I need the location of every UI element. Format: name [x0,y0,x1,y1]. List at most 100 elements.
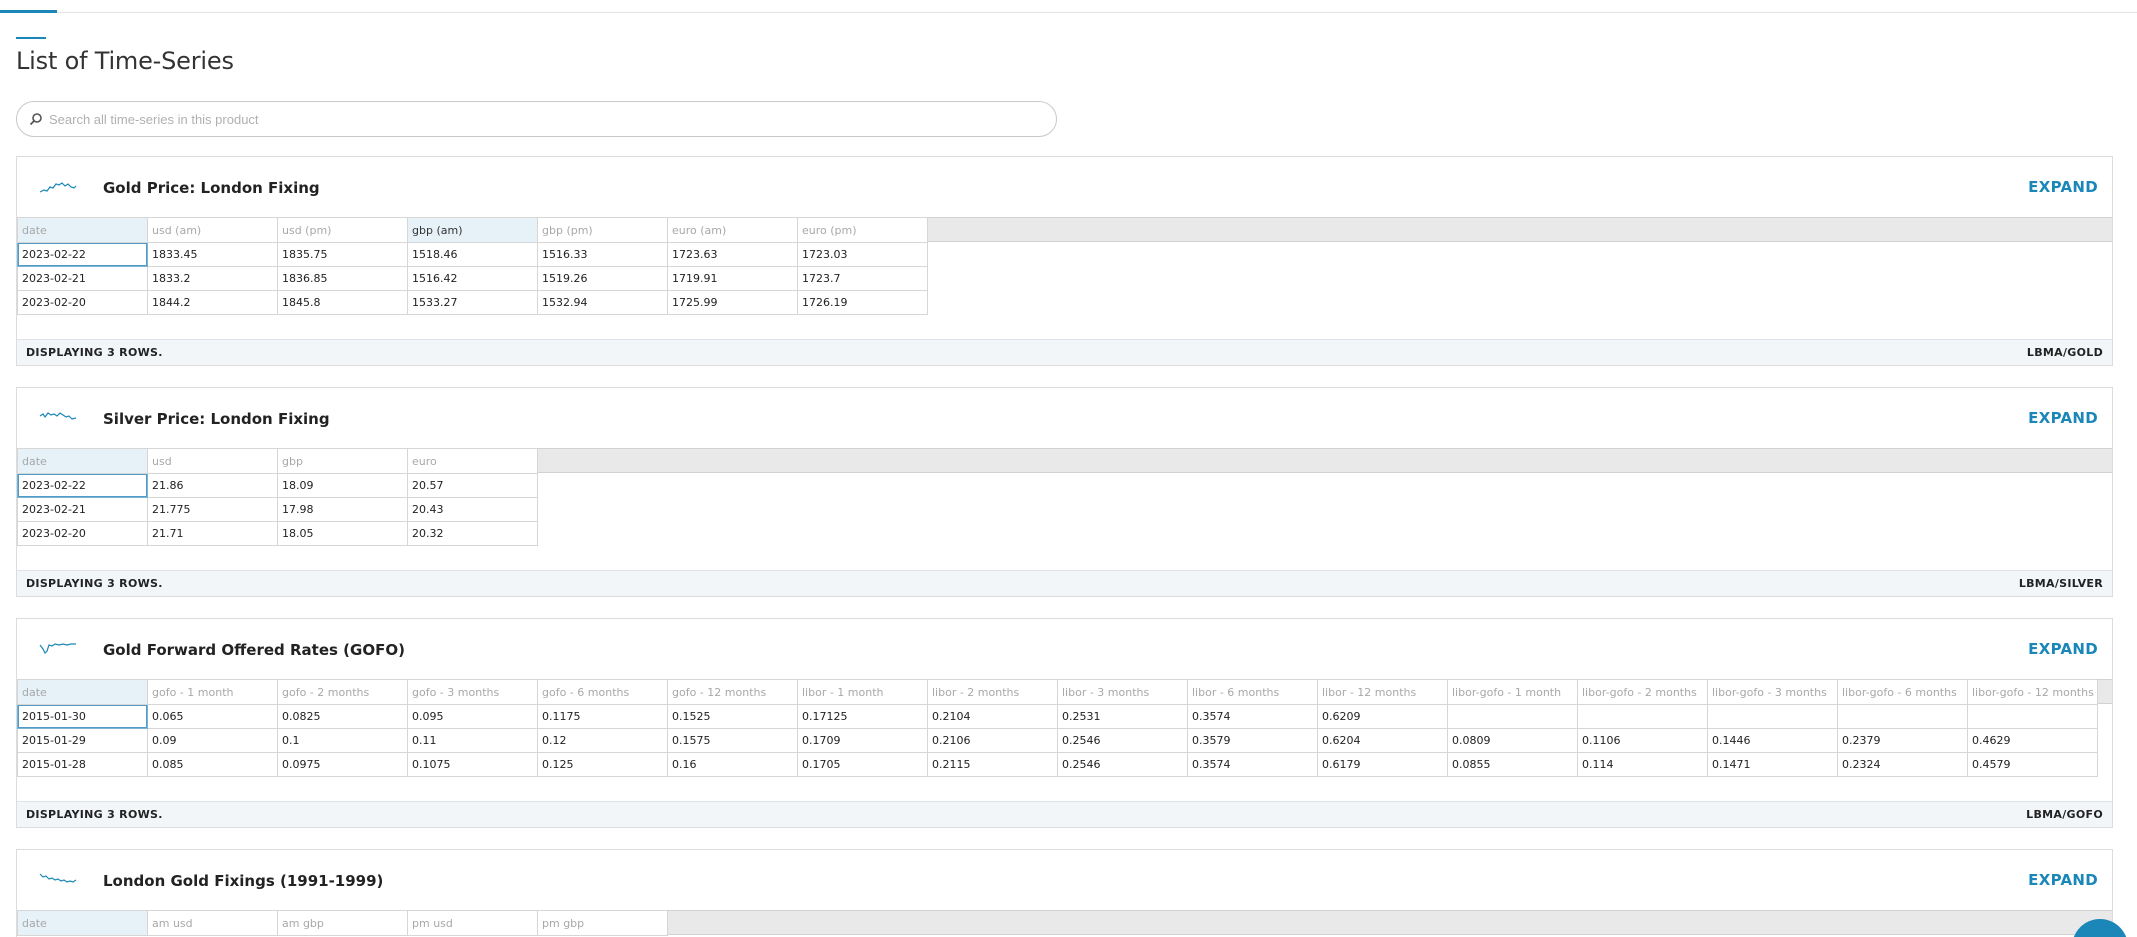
table-cell[interactable]: 0.3579 [1187,728,1318,753]
table-cell[interactable]: 1723.7 [797,266,928,291]
table-cell[interactable]: 2023-02-22 [17,473,148,498]
table-cell[interactable]: 1519.26 [537,266,668,291]
column-header[interactable]: gofo - 2 months [277,679,408,705]
column-header[interactable]: gofo - 6 months [537,679,668,705]
table-cell[interactable]: 0.2115 [927,752,1058,777]
table-cell[interactable] [1447,704,1578,729]
table-cell[interactable]: 18.05 [277,521,408,546]
table-cell[interactable]: 1532.94 [537,290,668,315]
table-cell[interactable]: 1518.46 [407,242,538,267]
table-cell[interactable]: 1516.42 [407,266,538,291]
table-cell[interactable]: 0.095 [407,704,538,729]
table-cell[interactable]: 0.2546 [1057,728,1188,753]
table-cell[interactable]: 0.2546 [1057,752,1188,777]
table-cell[interactable]: 1726.19 [797,290,928,315]
column-header[interactable]: usd [147,448,278,474]
column-header[interactable]: pm gbp [537,910,668,936]
table-cell[interactable]: 2023-02-21 [17,266,148,291]
column-header[interactable]: am usd [147,910,278,936]
table-cell[interactable]: 0.17125 [797,704,928,729]
table-cell[interactable]: 0.1705 [797,752,928,777]
table-cell[interactable]: 1533.27 [407,290,538,315]
table-cell[interactable]: 1836.85 [277,266,408,291]
table-cell[interactable]: 0.1446 [1707,728,1838,753]
table-cell[interactable]: 1845.8 [277,290,408,315]
table-cell[interactable]: 1723.03 [797,242,928,267]
table-cell[interactable]: 1723.63 [667,242,798,267]
column-header[interactable]: usd (pm) [277,217,408,243]
table-cell[interactable]: 1833.45 [147,242,278,267]
column-header[interactable]: libor - 12 months [1317,679,1448,705]
column-header[interactable]: libor - 3 months [1057,679,1188,705]
table-cell[interactable]: 2015-01-30 [17,704,148,729]
column-header[interactable]: usd (am) [147,217,278,243]
column-header[interactable]: date [17,217,148,243]
column-header[interactable]: libor - 1 month [797,679,928,705]
column-header[interactable]: euro (am) [667,217,798,243]
table-cell[interactable]: 0.0825 [277,704,408,729]
table-cell[interactable] [1577,704,1708,729]
column-header[interactable]: am gbp [277,910,408,936]
expand-button[interactable]: EXPAND [2028,871,2098,889]
table-cell[interactable]: 0.065 [147,704,278,729]
column-header[interactable]: gofo - 3 months [407,679,538,705]
table-cell[interactable]: 20.43 [407,497,538,522]
table-cell[interactable]: 0.1709 [797,728,928,753]
table-cell[interactable]: 0.6209 [1317,704,1448,729]
table-cell[interactable]: 0.0855 [1447,752,1578,777]
table-cell[interactable]: 0.11 [407,728,538,753]
table-cell[interactable]: 0.3574 [1187,752,1318,777]
table-cell[interactable]: 0.1575 [667,728,798,753]
column-header[interactable]: gbp [277,448,408,474]
table-cell[interactable]: 0.125 [537,752,668,777]
table-cell[interactable]: 0.6179 [1317,752,1448,777]
column-header[interactable]: libor-gofo - 2 months [1577,679,1708,705]
column-header[interactable]: libor-gofo - 6 months [1837,679,1968,705]
table-cell[interactable]: 21.86 [147,473,278,498]
table-cell[interactable]: 0.1075 [407,752,538,777]
expand-button[interactable]: EXPAND [2028,409,2098,427]
column-header[interactable]: date [17,679,148,705]
table-cell[interactable]: 2015-01-29 [17,728,148,753]
table-cell[interactable]: 0.0809 [1447,728,1578,753]
table-cell[interactable]: 2023-02-20 [17,290,148,315]
table-cell[interactable]: 18.09 [277,473,408,498]
table-cell[interactable]: 2023-02-22 [17,242,148,267]
table-cell[interactable]: 1516.33 [537,242,668,267]
table-cell[interactable]: 0.114 [1577,752,1708,777]
table-cell[interactable]: 0.2379 [1837,728,1968,753]
column-header[interactable]: date [17,910,148,936]
column-header[interactable]: libor-gofo - 1 month [1447,679,1578,705]
table-cell[interactable]: 0.085 [147,752,278,777]
table-cell[interactable]: 0.0975 [277,752,408,777]
table-cell[interactable]: 20.32 [407,521,538,546]
table-cell[interactable]: 0.2106 [927,728,1058,753]
column-header[interactable]: date [17,448,148,474]
column-header[interactable]: gofo - 1 month [147,679,278,705]
table-cell[interactable]: 0.16 [667,752,798,777]
table-cell[interactable]: 2023-02-21 [17,497,148,522]
table-cell[interactable]: 2023-02-20 [17,521,148,546]
table-cell[interactable]: 17.98 [277,497,408,522]
table-cell[interactable]: 0.2324 [1837,752,1968,777]
table-cell[interactable]: 0.2104 [927,704,1058,729]
column-header[interactable]: libor-gofo - 3 months [1707,679,1838,705]
table-cell[interactable]: 21.71 [147,521,278,546]
table-cell[interactable] [1967,704,2098,729]
table-cell[interactable]: 1719.91 [667,266,798,291]
table-cell[interactable]: 0.1 [277,728,408,753]
table-cell[interactable]: 0.4579 [1967,752,2098,777]
column-header[interactable]: gofo - 12 months [667,679,798,705]
table-cell[interactable]: 1725.99 [667,290,798,315]
column-header[interactable]: libor - 2 months [927,679,1058,705]
table-cell[interactable]: 0.1525 [667,704,798,729]
search-bar[interactable] [16,101,1057,137]
table-cell[interactable]: 0.4629 [1967,728,2098,753]
expand-button[interactable]: EXPAND [2028,640,2098,658]
column-header[interactable]: gbp (pm) [537,217,668,243]
table-cell[interactable] [1837,704,1968,729]
table-cell[interactable]: 0.2531 [1057,704,1188,729]
table-cell[interactable]: 0.1175 [537,704,668,729]
table-cell[interactable] [1707,704,1838,729]
column-header[interactable]: gbp (am) [407,217,538,243]
